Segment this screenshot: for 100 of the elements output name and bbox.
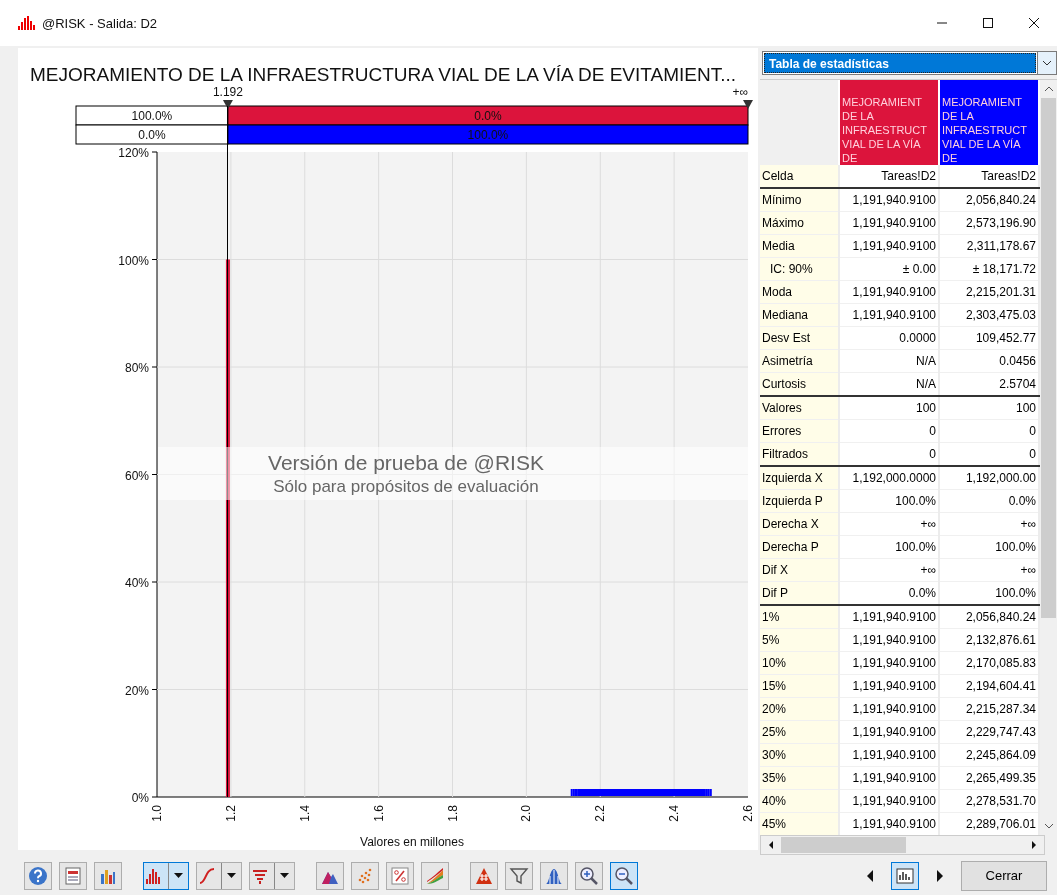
- row-label: 35%: [760, 766, 839, 790]
- scroll-down-icon[interactable]: [1043, 823, 1054, 829]
- row-label: 5%: [760, 628, 839, 652]
- maximize-icon: [982, 17, 994, 29]
- y-tick-label: 0%: [131, 791, 149, 805]
- table-cell: 0: [839, 442, 939, 466]
- column-header: MEJORAMIENT DE LA INFRAESTRUCT VIAL DE LA VÍA DE: [839, 80, 939, 165]
- table-cell: ± 0.00: [839, 257, 939, 281]
- y-tick-label: 80%: [124, 361, 149, 375]
- table-cell: 100.0%: [939, 581, 1039, 605]
- table-cell: Tareas!D2: [839, 165, 939, 188]
- table-cell: +∞: [839, 558, 939, 582]
- caret-icon: [227, 872, 236, 879]
- help-icon: [28, 865, 48, 886]
- row-label: 30%: [760, 743, 839, 767]
- row-label: 1%: [760, 605, 839, 629]
- table-cell: 2.5704: [939, 372, 1039, 396]
- y-tick-label: 120%: [118, 146, 149, 160]
- scroll-left-icon[interactable]: [767, 840, 775, 850]
- vertical-scrollbar[interactable]: [1040, 80, 1057, 835]
- area-chart-icon: [425, 865, 445, 886]
- chart-title: MEJORAMIENTO DE LA INFRAESTRUCTURA VIAL DE LA VÍA DE EVITAMIENT...: [30, 64, 736, 85]
- table-cell: 1,191,940.9100: [839, 280, 939, 304]
- row-label: Moda: [760, 280, 839, 304]
- toolbar-button[interactable]: [891, 861, 919, 890]
- table-cell: 1,192,000.0000: [839, 466, 939, 490]
- column-header: MEJORAMIENT DE LA INFRAESTRUCT VIAL DE LA VÍA DE: [939, 80, 1039, 165]
- delimiter-handle[interactable]: [743, 100, 753, 109]
- table-cell: 100: [839, 396, 939, 420]
- row-label: Curtosis: [760, 372, 839, 396]
- x-tick-label: 2.4: [667, 805, 682, 822]
- table-cell: 1,191,940.9100: [839, 188, 939, 212]
- filter-icon: [509, 865, 529, 886]
- probability-label: 0.0%: [138, 128, 166, 142]
- window-title: @RISK - Salida: D2: [42, 15, 158, 31]
- table-cell: 1,191,940.9100: [839, 674, 939, 698]
- x-tick-label: 2.2: [593, 805, 608, 822]
- percent-icon: [390, 865, 410, 886]
- row-label: IC: 90%: [760, 257, 839, 281]
- x-tick-label: 2.0: [519, 805, 534, 822]
- toolbar-button[interactable]: [610, 861, 638, 890]
- caret-icon: [174, 872, 183, 879]
- y-tick-label: 20%: [124, 683, 149, 698]
- x-tick-label: 1.8: [445, 805, 460, 822]
- table-cell: 1,191,940.9100: [839, 651, 939, 675]
- x-tick-label: 1.6: [371, 805, 386, 822]
- table-cell: 0.0000: [839, 326, 939, 350]
- watermark-text: Versión de prueba de @RISK: [268, 449, 544, 476]
- row-label: Dif P: [760, 581, 839, 605]
- row-label: 40%: [760, 789, 839, 813]
- curve-icon: [197, 865, 217, 886]
- horizontal-scrollbar[interactable]: [760, 835, 1045, 855]
- chevron-down-icon: [1042, 60, 1052, 66]
- table-cell: 0: [939, 442, 1039, 466]
- row-label: Mínimo: [760, 188, 839, 212]
- probability-label: 100.0%: [467, 128, 509, 142]
- row-label: 20%: [760, 697, 839, 721]
- row-label: 10%: [760, 651, 839, 675]
- row-label: 45%: [760, 812, 839, 835]
- row-label: Errores: [760, 419, 839, 443]
- table-cell: 1,191,940.9100: [839, 234, 939, 258]
- toolbar-button[interactable]: [575, 861, 603, 890]
- table-cell: Tareas!D2: [939, 165, 1039, 188]
- row-label: Desv Est: [760, 326, 839, 350]
- row-label: Mediana: [760, 303, 839, 327]
- table-cell: 1,191,940.9100: [839, 789, 939, 813]
- table-cell: 1,191,940.9100: [839, 766, 939, 790]
- y-tick-label: 100%: [118, 253, 149, 268]
- view-dropdown[interactable]: Tabla de estadísticas: [762, 51, 1057, 75]
- table-cell: 1,191,940.9100: [839, 211, 939, 235]
- table-cell: 0: [839, 419, 939, 443]
- delimiter-line[interactable]: [227, 106, 229, 797]
- chart-icon: [895, 865, 915, 886]
- table-cell: N/A: [839, 349, 939, 373]
- scroll-right-icon[interactable]: [1030, 840, 1038, 850]
- row-label: Media: [760, 234, 839, 258]
- zoom-out-icon: [614, 865, 634, 886]
- row-label: Izquierda X: [760, 466, 839, 490]
- probability-label: 0.0%: [474, 109, 502, 123]
- close-icon: [1028, 17, 1040, 29]
- row-label: Asimetría: [760, 349, 839, 373]
- x-tick-label: 1.2: [223, 805, 238, 822]
- previous-icon: [866, 869, 874, 882]
- delimiter-handle[interactable]: [222, 100, 233, 109]
- delimiter-label: +∞: [732, 85, 748, 99]
- scroll-up-icon[interactable]: [1043, 86, 1054, 92]
- axis-title: Valores en millones: [360, 835, 464, 849]
- x-tick-label: 2.6: [741, 805, 755, 822]
- caret-icon: [280, 872, 289, 879]
- row-label: Filtrados: [760, 442, 839, 466]
- y-tick-label: 60%: [124, 468, 149, 483]
- table-cell: 100.0%: [839, 489, 939, 513]
- table-cell: 1,191,940.9100: [839, 697, 939, 721]
- watermark-text: Sólo para propósitos de evaluación: [273, 475, 539, 498]
- table-cell: 0.0%: [839, 581, 939, 605]
- close-button[interactable]: Cerrar: [961, 860, 1047, 891]
- table-cell: 1,191,940.9100: [839, 720, 939, 744]
- y-tick-label: 40%: [124, 576, 149, 590]
- x-tick-label: 1.0: [150, 805, 164, 822]
- row-label: 15%: [760, 674, 839, 698]
